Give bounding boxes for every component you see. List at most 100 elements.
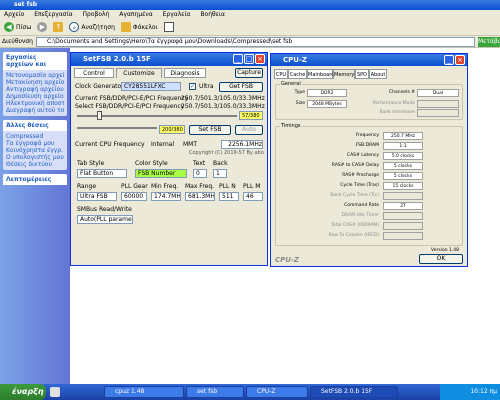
task-cpuz[interactable]: CPU-Z bbox=[246, 386, 308, 398]
sidebar-item-delete[interactable]: Διαγραφή αυτού του bbox=[6, 107, 64, 114]
set-fsb-button[interactable]: Set FSB bbox=[189, 125, 231, 135]
timing-value: 250.7 MHz bbox=[383, 132, 423, 140]
fsb-slider-thumb[interactable] bbox=[97, 111, 102, 120]
explorer-sidebar: Εργασίες αρχείων και Μετονομασία αρχείου… bbox=[0, 48, 70, 384]
fsb-slider2-track[interactable] bbox=[77, 127, 157, 129]
forward-button[interactable]: ▶ bbox=[37, 22, 48, 32]
sidebar-item-compressed[interactable]: Compressed bbox=[6, 133, 64, 140]
timing-label: Command Rate bbox=[344, 203, 379, 208]
search-button[interactable]: ⌕ Αναζήτηση bbox=[69, 22, 115, 32]
tab-diagnosis[interactable]: Diagnosis bbox=[164, 68, 206, 78]
sidebar-item-my-documents[interactable]: Τα έγγραφά μου bbox=[6, 140, 64, 147]
auto-button[interactable]: Auto bbox=[235, 125, 263, 135]
cpuz-tab-cpu[interactable]: CPU bbox=[274, 69, 288, 79]
minimize-button[interactable]: _ bbox=[233, 54, 243, 64]
timing-label: Bank Cycle Time (Trc) bbox=[330, 193, 379, 198]
file-tasks-title[interactable]: Εργασίες αρχείων και bbox=[3, 52, 67, 70]
other-places-title[interactable]: Άλλες θέσεις bbox=[3, 120, 67, 131]
folders-icon bbox=[120, 22, 131, 32]
timing-value: 15 clocks bbox=[383, 182, 423, 190]
sidebar-item-move[interactable]: Μετακίνηση αρχείου bbox=[6, 79, 64, 86]
back-stepper[interactable]: 1 bbox=[213, 169, 227, 178]
sidebar-item-network-places[interactable]: Θέσεις δικτύου bbox=[6, 161, 64, 168]
timing-value bbox=[383, 222, 423, 230]
explorer-scrollbar[interactable] bbox=[485, 48, 500, 384]
close-button[interactable]: × bbox=[255, 54, 265, 64]
menu-view[interactable]: Προβολή bbox=[83, 11, 110, 18]
sidebar-item-my-computer[interactable]: Ο υπολογιστής μου bbox=[6, 154, 64, 161]
pll-n-stepper[interactable]: 511 bbox=[219, 192, 239, 201]
pll-m-stepper[interactable]: 46 bbox=[243, 192, 263, 201]
timing-value: 5.0 clocks bbox=[383, 152, 423, 160]
explorer-title: set fsb bbox=[0, 0, 500, 10]
cpuz-window: CPU-Z _ × CPU Cache Mainboard Memory SPD… bbox=[270, 53, 468, 267]
timing-label: CAS# Latency bbox=[346, 153, 379, 158]
back-arrow-icon: ◀ bbox=[4, 22, 14, 32]
perf-mode-value bbox=[417, 100, 459, 108]
capture-button[interactable]: Capture bbox=[235, 68, 263, 78]
task-set-fsb-folder[interactable]: set fsb bbox=[186, 386, 244, 398]
type-value: DDR2 bbox=[307, 89, 347, 97]
current-freq-value: 250.7/501.3/105.0/33.3MHz bbox=[181, 95, 265, 102]
sidebar-item-email[interactable]: Ηλεκτρονική αποστολή αρχείου bbox=[6, 100, 64, 107]
views-button[interactable] bbox=[163, 22, 174, 32]
cpuz-close-button[interactable]: × bbox=[455, 55, 465, 65]
taskbar: έναρξη cpuz 1.48 set fsb CPU-Z SetFSB 2.… bbox=[0, 384, 500, 400]
cpuz-tab-mainboard[interactable]: Mainboard bbox=[307, 69, 334, 79]
cpu-freq-value: 2256.1MHz bbox=[221, 140, 263, 149]
timing-value bbox=[383, 192, 423, 200]
timing-label: Frequency bbox=[355, 133, 379, 138]
clock-gen-label: Clock Generator bbox=[75, 83, 124, 90]
tab-style-select[interactable]: Flat Button bbox=[77, 169, 127, 178]
cpuz-tab-cache[interactable]: Cache bbox=[288, 69, 307, 79]
sidebar-item-copy[interactable]: Αντιγραφή αρχείου bbox=[6, 86, 64, 93]
sidebar-item-shared-documents[interactable]: Κοινόχρηστα έγγρ. bbox=[6, 147, 64, 154]
sidebar-item-publish[interactable]: Δημοσίευση αρχείου στο Web bbox=[6, 93, 64, 100]
back-button[interactable]: ◀ Πίσω bbox=[4, 22, 31, 32]
version-label: Version 1.48 bbox=[431, 248, 459, 253]
menu-favorites[interactable]: Αγαπημένα bbox=[119, 11, 152, 18]
maximize-button[interactable]: □ bbox=[244, 54, 254, 64]
start-button[interactable]: έναρξη bbox=[0, 384, 46, 400]
min-freq-value: 174.7MHz bbox=[151, 192, 181, 201]
task-setfsb[interactable]: SetFSB 2.0.b 15F bbox=[310, 386, 398, 398]
details-title[interactable]: Λεπτομέρειες bbox=[3, 174, 67, 185]
menu-tools[interactable]: Εργαλεία bbox=[163, 11, 191, 18]
menu-help[interactable]: Βοήθεια bbox=[200, 11, 225, 18]
size-value: 2048 MBytes bbox=[307, 100, 347, 108]
range-select[interactable]: Ultra FSB bbox=[77, 192, 117, 201]
cpuz-tab-spd[interactable]: SPD bbox=[355, 69, 369, 79]
cpuz-tab-about[interactable]: About bbox=[369, 69, 387, 79]
ultra-checkbox[interactable]: ✓ bbox=[189, 83, 196, 90]
address-input[interactable]: C:\Documents and Settings\Hero\Τα έγγραφ… bbox=[35, 36, 475, 47]
menu-edit[interactable]: Επεξεργασία bbox=[34, 11, 72, 18]
folders-button[interactable]: Φάκελοι bbox=[120, 22, 158, 32]
tab-customize[interactable]: Customize bbox=[116, 68, 162, 78]
up-button[interactable]: ↑ bbox=[53, 22, 64, 32]
range-label: Range bbox=[77, 183, 97, 190]
sidebar-item-rename[interactable]: Μετονομασία αρχείου bbox=[6, 72, 64, 79]
internal-label: Internal bbox=[151, 141, 175, 148]
get-fsb-button[interactable]: Get FSB bbox=[219, 82, 263, 92]
timings-label: Timings bbox=[280, 123, 302, 129]
task-cpuz-folder[interactable]: cpuz 1.48 bbox=[104, 386, 184, 398]
ok-button[interactable]: OK bbox=[419, 254, 463, 264]
other-places-panel: Άλλες θέσεις Compressed Τα έγγραφά μου Κ… bbox=[3, 120, 67, 170]
go-button[interactable]: Μετάβαση bbox=[478, 36, 500, 47]
color-style-select[interactable]: FSB Number bbox=[135, 169, 187, 178]
pll-m-label: PLL M bbox=[243, 183, 261, 190]
clock-gen-select[interactable]: CY28551LFXC bbox=[121, 82, 181, 91]
cpuz-minimize-button[interactable]: _ bbox=[444, 55, 454, 65]
smbus-label: SMBus Read/Write bbox=[77, 206, 132, 213]
menu-file[interactable]: Αρχείο bbox=[4, 11, 24, 18]
cpuz-tab-memory[interactable]: Memory bbox=[333, 69, 355, 79]
cpu-freq-label: Current CPU Frequency bbox=[75, 141, 145, 148]
tab-control[interactable]: Control bbox=[74, 68, 114, 78]
smbus-select[interactable]: Auto(PLL parameter) bbox=[77, 215, 133, 224]
select-freq-value: 250.7/501.3/105.0/33.3MHz bbox=[181, 103, 265, 110]
text-stepper[interactable]: 0 bbox=[193, 169, 207, 178]
current-freq-label: Current FSB/DDR/PCI-E/PCI Frequency bbox=[75, 95, 189, 102]
quick-launch-icon[interactable] bbox=[50, 387, 60, 397]
timing-label: RAS# to CAS# Delay bbox=[331, 163, 379, 168]
address-label: Διεύθυνση bbox=[2, 38, 33, 45]
